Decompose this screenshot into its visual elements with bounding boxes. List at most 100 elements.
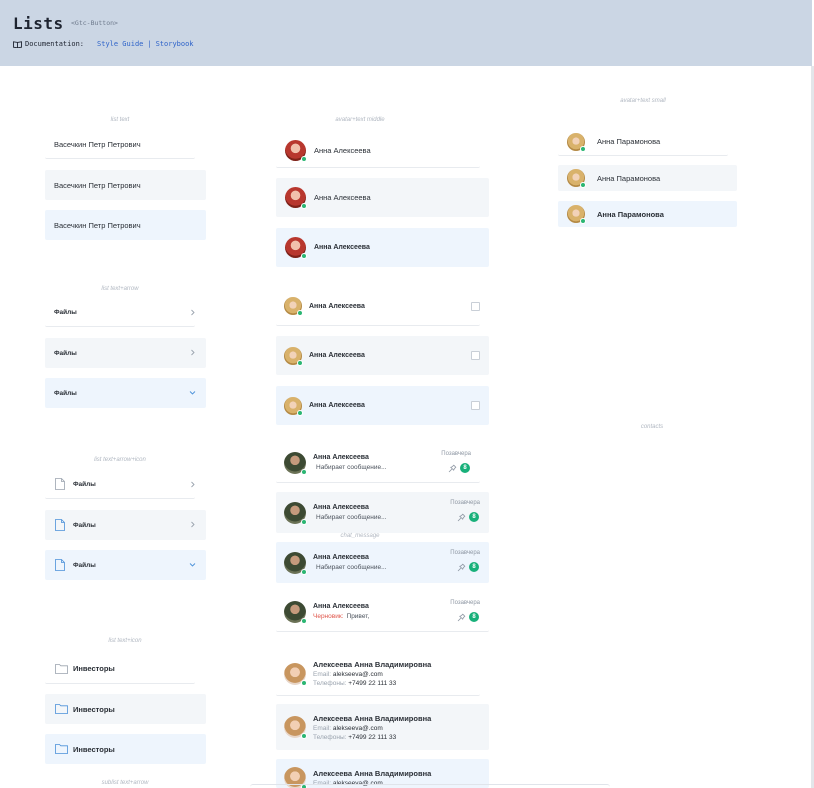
pin-icon[interactable] [457, 613, 466, 622]
online-status-dot [301, 253, 307, 259]
checkbox[interactable] [471, 302, 480, 311]
avatar-small-item-hover[interactable]: Анна Парамонова [558, 165, 737, 191]
folder-icon [55, 704, 68, 714]
documentation-bar: Documentation: Style Guide | Storybook [13, 40, 194, 48]
checkbox[interactable] [471, 351, 480, 360]
online-status-dot [301, 733, 307, 739]
chat-time: Позавчера [450, 550, 480, 556]
list-item-file-hover[interactable]: Файлы [45, 510, 206, 540]
section-label-list-text-icon: list text+icon [108, 638, 142, 644]
pin-icon[interactable] [457, 513, 466, 522]
unread-count-badge: 8 [469, 612, 479, 622]
avatar-check-item-active[interactable]: Анна Алексеева [276, 386, 489, 425]
section-label-list-text-arrow: list text+arrow [101, 286, 139, 292]
avatar-list-item-hover[interactable]: Анна Алексеева [276, 178, 489, 217]
contact-phone: +7499 22 111 33 [348, 680, 397, 687]
contact-item-hover[interactable]: Алексеева Анна Владимировна Email: aleks… [276, 704, 489, 750]
chevron-down-icon [189, 563, 196, 567]
online-status-dot [297, 310, 303, 316]
avatar [285, 237, 307, 259]
unread-count-badge: 8 [469, 562, 479, 572]
file-icon [55, 478, 65, 490]
page-title: Lists [13, 14, 64, 33]
pin-icon[interactable] [457, 563, 466, 572]
online-status-dot [301, 155, 307, 162]
avatar [284, 600, 307, 624]
avatar [284, 396, 303, 416]
draft-label: Черновик: [313, 613, 344, 620]
avatar-check-item-hover[interactable]: Анна Алексеева [276, 336, 489, 375]
chat-time: Позавчера [450, 500, 480, 506]
online-status-dot [297, 359, 303, 366]
chevron-right-icon [191, 349, 195, 356]
section-label-sublist-text-arrow: sublist text+arrow [101, 780, 149, 786]
contact-phone: +7499 22 111 33 [348, 733, 397, 741]
online-status-dot [580, 182, 586, 188]
list-item-folder-active[interactable]: Инвесторы [45, 734, 206, 764]
chevron-right-icon [191, 481, 195, 488]
section-label-list-text: list text [110, 117, 130, 123]
online-status-dot [301, 617, 307, 624]
list-item-arrow-expanded[interactable]: Файлы [45, 378, 206, 408]
online-status-dot [580, 218, 586, 224]
chat-contact-name: Анна Алексеева [313, 454, 369, 461]
online-status-dot [297, 409, 303, 416]
list-item-arrow-hover[interactable]: Файлы [45, 338, 206, 368]
unread-count-badge: 8 [469, 512, 479, 522]
folder-icon [55, 744, 68, 754]
unread-count-badge: 8 [460, 463, 470, 473]
avatar-check-item[interactable]: Анна Алексеева [276, 287, 480, 326]
contact-name: Алексеева Анна Владимировна [313, 713, 432, 723]
avatar-list-item-active[interactable]: Анна Алексеева [276, 228, 489, 267]
avatar-list-item[interactable]: Анна Алексеева [276, 133, 480, 168]
chat-preview: Набирает сообщение... [316, 564, 387, 571]
list-item-file-expanded[interactable]: Файлы [45, 550, 206, 580]
chat-preview: Набирает сообщение... [316, 514, 387, 521]
chat-contact-name: Анна Алексеева [313, 603, 369, 610]
online-status-dot [301, 679, 307, 686]
style-guide-link[interactable]: Style Guide [97, 40, 143, 48]
list-item[interactable]: Васечкин Петр Петрович [45, 130, 195, 159]
avatar [284, 297, 303, 316]
folder-icon [55, 663, 68, 674]
avatar [284, 501, 307, 525]
storybook-link[interactable]: Storybook [156, 40, 194, 48]
chat-item[interactable]: Анна Алексеева Набирает сообщение... Поз… [276, 443, 480, 483]
contact-name: Алексеева Анна Владимировна [313, 660, 432, 669]
checkbox[interactable] [471, 401, 480, 410]
chat-item-hover[interactable]: Анна Алексеева Набирает сообщение... Поз… [276, 492, 489, 533]
page-header: Lists <Gtc-Button> Documentation: Style … [0, 0, 812, 66]
avatar [285, 139, 307, 162]
online-status-dot [301, 568, 307, 575]
online-status-dot [580, 145, 586, 152]
file-icon [55, 559, 65, 571]
section-label-chat-message: chat_message [340, 533, 380, 539]
list-item-folder[interactable]: Инвесторы [45, 654, 195, 684]
list-item-file[interactable]: Файлы [45, 470, 195, 499]
avatar-small-item-active[interactable]: Анна Парамонова [558, 201, 737, 227]
contact-item[interactable]: Алексеева Анна Владимировна Email: aleks… [276, 652, 480, 696]
chevron-down-icon [189, 391, 196, 395]
contact-name: Алексеева Анна Владимировна [313, 769, 432, 778]
list-item-arrow[interactable]: Файлы [45, 298, 195, 327]
chevron-right-icon [191, 521, 195, 528]
avatar [284, 551, 307, 575]
avatar [567, 205, 586, 224]
chat-item-active[interactable]: Анна Алексеева Набирает сообщение... Поз… [276, 542, 489, 583]
avatar-small-item[interactable]: Анна Парамонова [558, 128, 728, 156]
chat-preview: Набирает сообщение... [316, 464, 387, 471]
online-status-dot [301, 203, 307, 209]
avatar [284, 451, 307, 475]
chevron-right-icon [191, 309, 195, 316]
chat-item-draft[interactable]: Анна Алексеева Черновик: Привет, Позавчер… [276, 592, 489, 632]
avatar [284, 662, 307, 686]
list-item-folder-hover[interactable]: Инвесторы [45, 694, 206, 724]
list-item-hover[interactable]: Васечкин Петр Петрович [45, 170, 206, 200]
avatar [567, 169, 586, 188]
book-icon [13, 40, 22, 48]
list-item-active[interactable]: Васечкин Петр Петрович [45, 210, 206, 240]
pin-icon[interactable] [448, 464, 457, 473]
section-label-avatar-text-small: avatar+text small [620, 98, 666, 104]
chat-contact-name: Анна Алексеева [313, 554, 369, 561]
contact-email: alekseeva@.com [332, 671, 383, 678]
